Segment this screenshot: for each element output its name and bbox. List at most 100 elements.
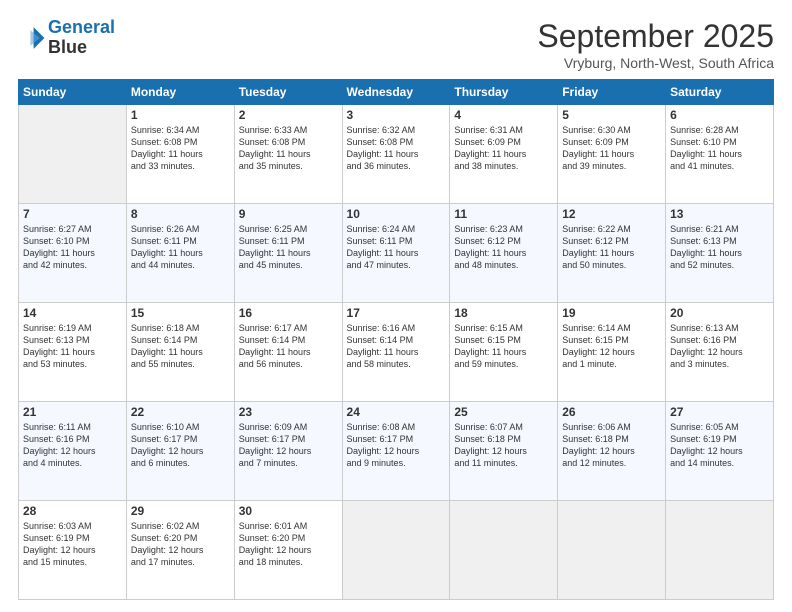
day-number: 25 (454, 405, 553, 419)
calendar-cell: 13 Sunrise: 6:21 AM Sunset: 6:13 PM Dayli… (666, 204, 774, 303)
day-number: 5 (562, 108, 661, 122)
calendar-cell: 26 Sunrise: 6:06 AM Sunset: 6:18 PM Dayli… (558, 402, 666, 501)
calendar-cell (342, 501, 450, 600)
day-number: 27 (670, 405, 769, 419)
header: General Blue September 2025 Vryburg, Nor… (18, 18, 774, 71)
calendar-cell: 2 Sunrise: 6:33 AM Sunset: 6:08 PM Daylig… (234, 105, 342, 204)
day-number: 13 (670, 207, 769, 221)
weekday-header-monday: Monday (126, 80, 234, 105)
calendar-cell: 6Sunrise: 6:28 AM Sunset: 6:10 PM Daylig… (666, 105, 774, 204)
calendar-table: SundayMondayTuesdayWednesdayThursdayFrid… (18, 79, 774, 600)
day-number: 7 (23, 207, 122, 221)
day-number: 19 (562, 306, 661, 320)
day-number: 9 (239, 207, 338, 221)
day-info: Sunrise: 6:17 AM Sunset: 6:14 PM Dayligh… (239, 322, 338, 371)
day-info: Sunrise: 6:22 AM Sunset: 6:12 PM Dayligh… (562, 223, 661, 272)
day-info: Sunrise: 6:30 AM Sunset: 6:09 PM Dayligh… (562, 124, 661, 173)
day-info: Sunrise: 6:05 AM Sunset: 6:19 PM Dayligh… (670, 421, 769, 470)
calendar-title: September 2025 (537, 18, 774, 55)
weekday-header-row: SundayMondayTuesdayWednesdayThursdayFrid… (19, 80, 774, 105)
day-number: 4 (454, 108, 553, 122)
calendar-cell: 24 Sunrise: 6:08 AM Sunset: 6:17 PM Dayli… (342, 402, 450, 501)
day-number: 26 (562, 405, 661, 419)
day-info: Sunrise: 6:19 AM Sunset: 6:13 PM Dayligh… (23, 322, 122, 371)
day-number: 20 (670, 306, 769, 320)
day-info: Sunrise: 6:28 AM Sunset: 6:10 PM Dayligh… (670, 124, 769, 173)
weekday-header-tuesday: Tuesday (234, 80, 342, 105)
weekday-header-thursday: Thursday (450, 80, 558, 105)
calendar-cell (558, 501, 666, 600)
day-info: Sunrise: 6:13 AM Sunset: 6:16 PM Dayligh… (670, 322, 769, 371)
calendar-cell: 29 Sunrise: 6:02 AM Sunset: 6:20 PM Dayli… (126, 501, 234, 600)
day-number: 30 (239, 504, 338, 518)
day-info: Sunrise: 6:25 AM Sunset: 6:11 PM Dayligh… (239, 223, 338, 272)
day-info: Sunrise: 6:18 AM Sunset: 6:14 PM Dayligh… (131, 322, 230, 371)
logo-text: General Blue (48, 18, 115, 58)
calendar-cell: 20 Sunrise: 6:13 AM Sunset: 6:16 PM Dayli… (666, 303, 774, 402)
calendar-cell: 27 Sunrise: 6:05 AM Sunset: 6:19 PM Dayli… (666, 402, 774, 501)
day-number: 23 (239, 405, 338, 419)
day-number: 28 (23, 504, 122, 518)
calendar-page: General Blue September 2025 Vryburg, Nor… (0, 0, 792, 612)
day-info: Sunrise: 6:32 AM Sunset: 6:08 PM Dayligh… (347, 124, 446, 173)
day-number: 14 (23, 306, 122, 320)
day-info: Sunrise: 6:07 AM Sunset: 6:18 PM Dayligh… (454, 421, 553, 470)
day-number: 21 (23, 405, 122, 419)
calendar-cell: 8 Sunrise: 6:26 AM Sunset: 6:11 PM Daylig… (126, 204, 234, 303)
calendar-subtitle: Vryburg, North-West, South Africa (537, 55, 774, 71)
weekday-header-saturday: Saturday (666, 80, 774, 105)
calendar-cell (19, 105, 127, 204)
calendar-cell (666, 501, 774, 600)
calendar-cell: 11 Sunrise: 6:23 AM Sunset: 6:12 PM Dayli… (450, 204, 558, 303)
day-info: Sunrise: 6:23 AM Sunset: 6:12 PM Dayligh… (454, 223, 553, 272)
calendar-cell: 3 Sunrise: 6:32 AM Sunset: 6:08 PM Daylig… (342, 105, 450, 204)
day-number: 1 (131, 108, 230, 122)
day-info: Sunrise: 6:26 AM Sunset: 6:11 PM Dayligh… (131, 223, 230, 272)
day-number: 3 (347, 108, 446, 122)
day-info: Sunrise: 6:08 AM Sunset: 6:17 PM Dayligh… (347, 421, 446, 470)
calendar-cell: 14 Sunrise: 6:19 AM Sunset: 6:13 PM Dayli… (19, 303, 127, 402)
day-info: Sunrise: 6:03 AM Sunset: 6:19 PM Dayligh… (23, 520, 122, 569)
calendar-cell: 16Sunrise: 6:17 AM Sunset: 6:14 PM Dayli… (234, 303, 342, 402)
day-number: 11 (454, 207, 553, 221)
day-info: Sunrise: 6:33 AM Sunset: 6:08 PM Dayligh… (239, 124, 338, 173)
week-row-2: 7 Sunrise: 6:27 AM Sunset: 6:10 PM Daylig… (19, 204, 774, 303)
day-info: Sunrise: 6:27 AM Sunset: 6:10 PM Dayligh… (23, 223, 122, 272)
day-number: 18 (454, 306, 553, 320)
day-info: Sunrise: 6:21 AM Sunset: 6:13 PM Dayligh… (670, 223, 769, 272)
calendar-cell: 22Sunrise: 6:10 AM Sunset: 6:17 PM Dayli… (126, 402, 234, 501)
title-block: September 2025 Vryburg, North-West, Sout… (537, 18, 774, 71)
weekday-header-sunday: Sunday (19, 80, 127, 105)
day-info: Sunrise: 6:16 AM Sunset: 6:14 PM Dayligh… (347, 322, 446, 371)
calendar-cell: 9 Sunrise: 6:25 AM Sunset: 6:11 PM Daylig… (234, 204, 342, 303)
calendar-cell: 21 Sunrise: 6:11 AM Sunset: 6:16 PM Dayli… (19, 402, 127, 501)
weekday-header-wednesday: Wednesday (342, 80, 450, 105)
calendar-cell: 10Sunrise: 6:24 AM Sunset: 6:11 PM Dayli… (342, 204, 450, 303)
day-number: 17 (347, 306, 446, 320)
calendar-cell: 17 Sunrise: 6:16 AM Sunset: 6:14 PM Dayli… (342, 303, 450, 402)
day-info: Sunrise: 6:10 AM Sunset: 6:17 PM Dayligh… (131, 421, 230, 470)
calendar-cell: 1Sunrise: 6:34 AM Sunset: 6:08 PM Daylig… (126, 105, 234, 204)
day-number: 12 (562, 207, 661, 221)
calendar-cell: 23 Sunrise: 6:09 AM Sunset: 6:17 PM Dayli… (234, 402, 342, 501)
day-number: 29 (131, 504, 230, 518)
calendar-cell: 5 Sunrise: 6:30 AM Sunset: 6:09 PM Daylig… (558, 105, 666, 204)
day-number: 2 (239, 108, 338, 122)
day-info: Sunrise: 6:02 AM Sunset: 6:20 PM Dayligh… (131, 520, 230, 569)
calendar-cell: 30 Sunrise: 6:01 AM Sunset: 6:20 PM Dayli… (234, 501, 342, 600)
calendar-cell: 28 Sunrise: 6:03 AM Sunset: 6:19 PM Dayli… (19, 501, 127, 600)
day-info: Sunrise: 6:15 AM Sunset: 6:15 PM Dayligh… (454, 322, 553, 371)
day-info: Sunrise: 6:06 AM Sunset: 6:18 PM Dayligh… (562, 421, 661, 470)
day-info: Sunrise: 6:01 AM Sunset: 6:20 PM Dayligh… (239, 520, 338, 569)
day-info: Sunrise: 6:09 AM Sunset: 6:17 PM Dayligh… (239, 421, 338, 470)
day-number: 24 (347, 405, 446, 419)
calendar-cell: 7 Sunrise: 6:27 AM Sunset: 6:10 PM Daylig… (19, 204, 127, 303)
week-row-5: 28 Sunrise: 6:03 AM Sunset: 6:19 PM Dayli… (19, 501, 774, 600)
day-info: Sunrise: 6:11 AM Sunset: 6:16 PM Dayligh… (23, 421, 122, 470)
day-info: Sunrise: 6:24 AM Sunset: 6:11 PM Dayligh… (347, 223, 446, 272)
day-number: 8 (131, 207, 230, 221)
calendar-cell: 25 Sunrise: 6:07 AM Sunset: 6:18 PM Dayli… (450, 402, 558, 501)
calendar-cell (450, 501, 558, 600)
logo: General Blue (18, 18, 115, 58)
calendar-cell: 19Sunrise: 6:14 AM Sunset: 6:15 PM Dayli… (558, 303, 666, 402)
